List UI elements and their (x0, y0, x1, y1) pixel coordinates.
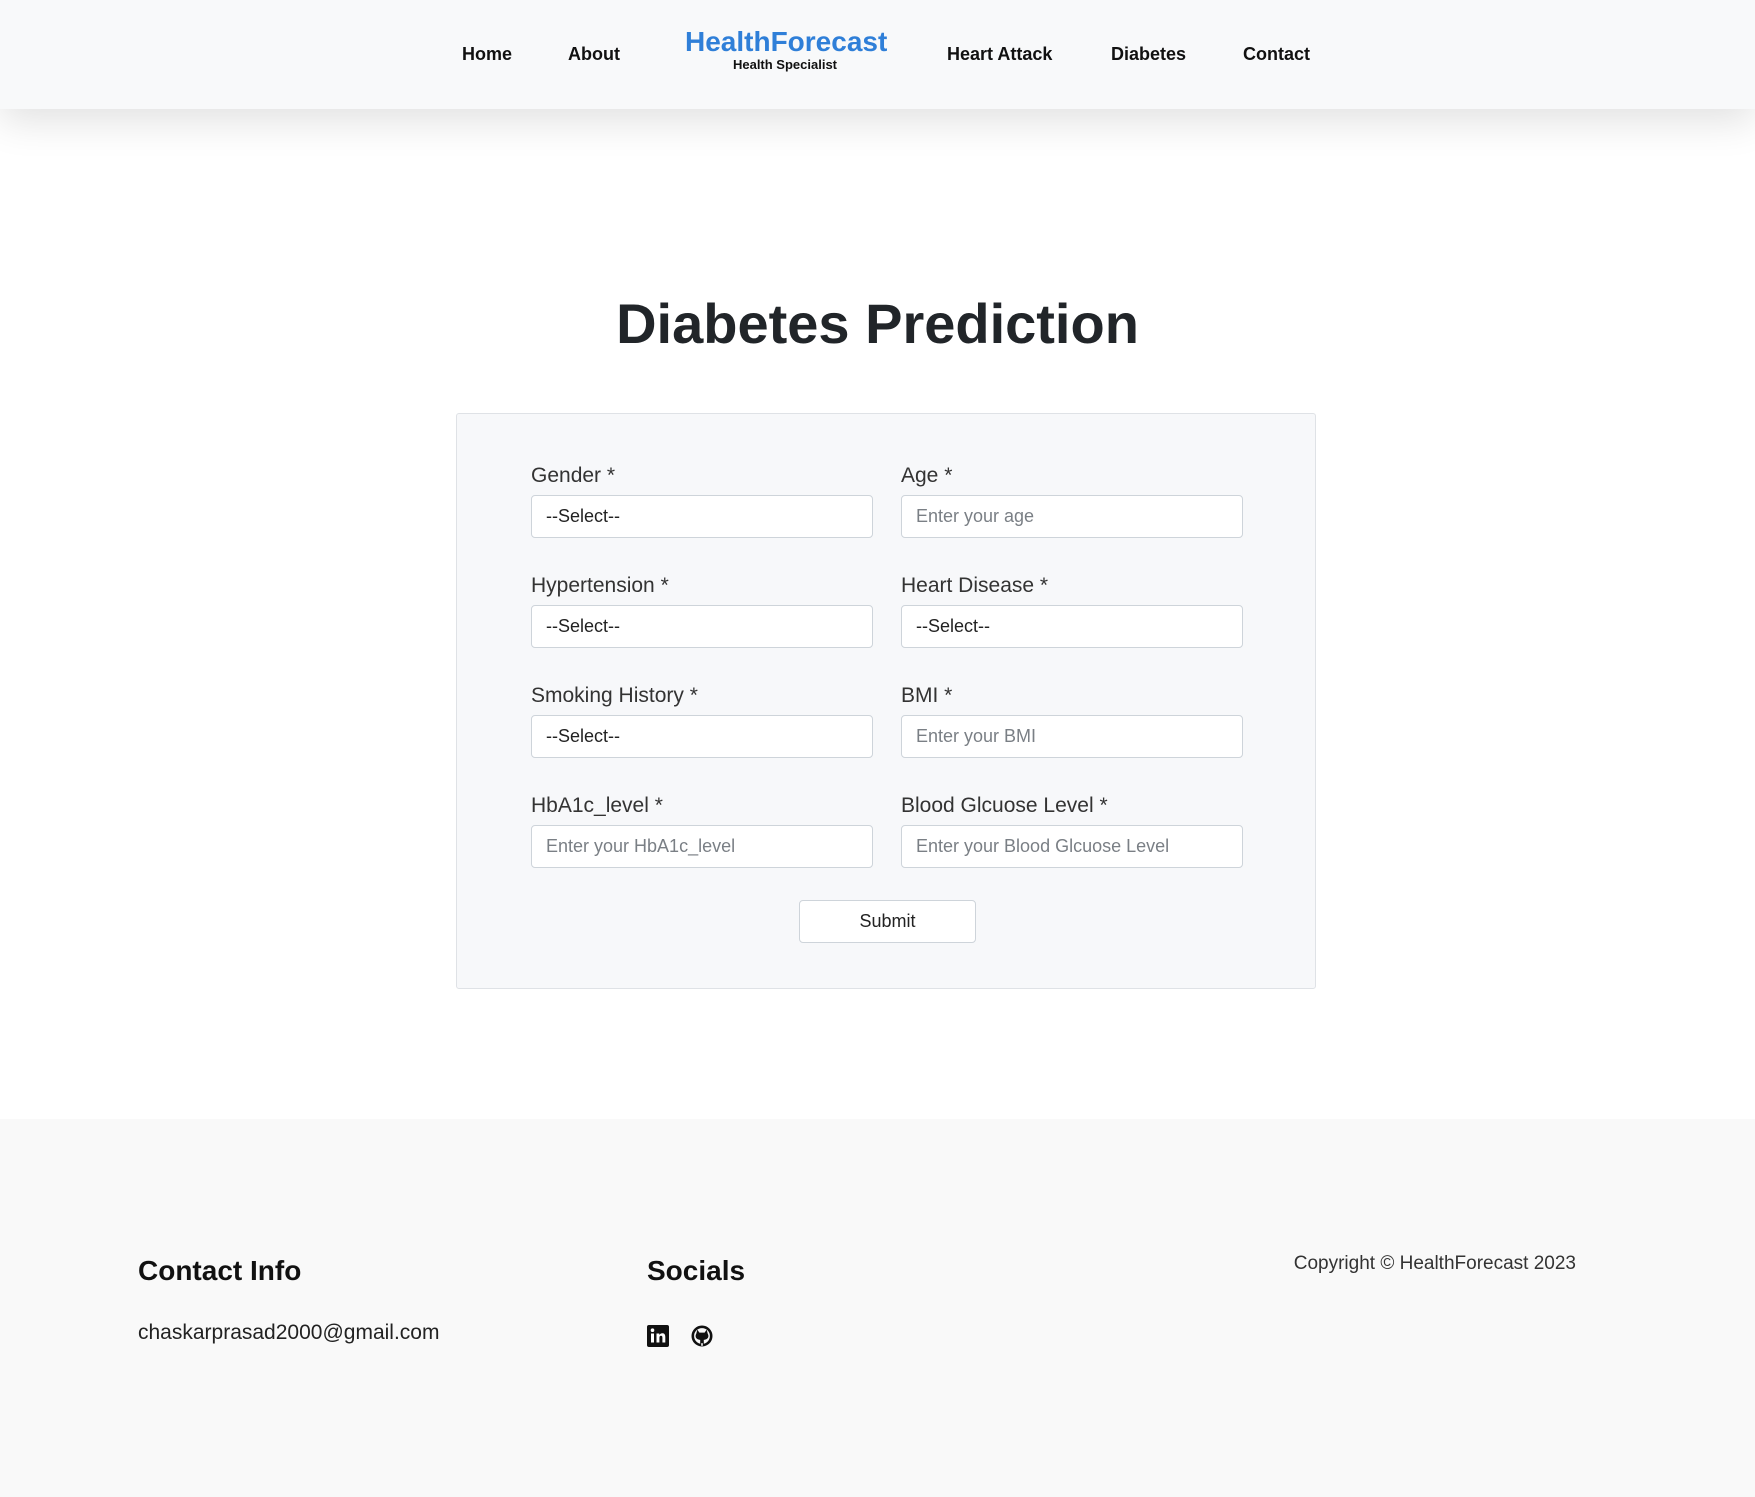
hba1c-field: HbA1c_level * (531, 793, 873, 868)
hypertension-field: Hypertension * --Select-- (531, 573, 873, 648)
age-label: Age * (901, 464, 953, 487)
nav-about[interactable]: About (568, 42, 620, 66)
contact-info-heading: Contact Info (138, 1255, 302, 1286)
hypertension-select[interactable]: --Select-- (531, 605, 873, 648)
github-icon[interactable] (691, 1325, 713, 1347)
age-input[interactable] (901, 495, 1243, 538)
smoking-history-label: Smoking History * (531, 684, 698, 707)
smoking-history-field: Smoking History * --Select-- (531, 683, 873, 758)
blood-glucose-label: Blood Glcuose Level * (901, 794, 1108, 817)
bmi-input[interactable] (901, 715, 1243, 758)
gender-field: Gender * --Select-- (531, 463, 873, 538)
page-title: Diabetes Prediction (616, 292, 1139, 355)
nav-diabetes[interactable]: Diabetes (1111, 42, 1186, 66)
brand-subtitle: Health Specialist (732, 57, 838, 72)
heart-disease-label: Heart Disease * (901, 574, 1049, 597)
heart-disease-field: Heart Disease * --Select-- (901, 573, 1243, 648)
blood-glucose-input[interactable] (901, 825, 1243, 868)
nav-heart-attack[interactable]: Heart Attack (947, 42, 1052, 66)
footer: Contact Info chaskarprasad2000@gmail.com… (0, 1119, 1755, 1497)
brand-title: HealthForecast (685, 26, 888, 57)
linkedin-icon[interactable] (647, 1325, 669, 1347)
navbar: Home About HealthForecast Health Special… (0, 0, 1755, 109)
heart-disease-select[interactable]: --Select-- (901, 605, 1243, 648)
prediction-form: Gender * --Select-- Age * Hypertension *… (456, 413, 1316, 989)
gender-select[interactable]: --Select-- (531, 495, 873, 538)
contact-email-link[interactable]: chaskarprasad2000@gmail.com (138, 1320, 439, 1346)
socials-heading: Socials (647, 1255, 746, 1286)
submit-button[interactable]: Submit (799, 900, 976, 943)
brand-logo[interactable]: HealthForecast Health Specialist (685, 26, 888, 73)
hypertension-label: Hypertension * (531, 574, 669, 597)
hba1c-label: HbA1c_level * (531, 794, 663, 817)
hba1c-input[interactable] (531, 825, 873, 868)
bmi-label: BMI * (901, 684, 953, 707)
nav-home[interactable]: Home (462, 42, 512, 66)
copyright-text: Copyright © HealthForecast 2023 (1293, 1253, 1576, 1274)
nav-contact[interactable]: Contact (1243, 42, 1310, 66)
blood-glucose-field: Blood Glcuose Level * (901, 793, 1243, 868)
smoking-history-select[interactable]: --Select-- (531, 715, 873, 758)
gender-label: Gender * (531, 464, 616, 487)
bmi-field: BMI * (901, 683, 1243, 758)
age-field: Age * (901, 463, 1243, 538)
